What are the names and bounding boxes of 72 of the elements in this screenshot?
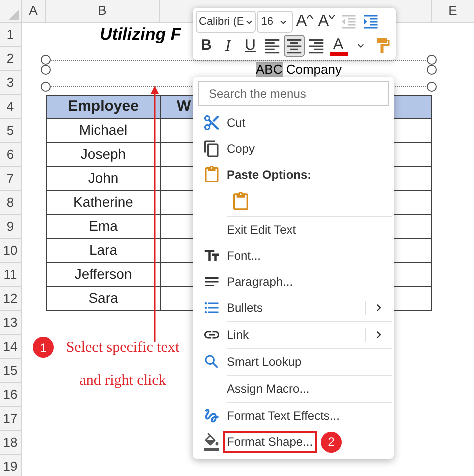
- paint-bucket-icon: [203, 433, 221, 451]
- row-header[interactable]: 15: [0, 359, 22, 383]
- row-header[interactable]: 6: [0, 143, 22, 167]
- column-header[interactable]: A: [22, 0, 46, 22]
- table-cell: Michael: [46, 119, 160, 143]
- caret-up-icon: [307, 15, 314, 19]
- text-effects-icon: [203, 407, 221, 425]
- table-cell: Ema: [46, 215, 160, 239]
- row-header[interactable]: 5: [0, 119, 22, 143]
- table-cell: Jefferson: [46, 263, 160, 287]
- keep-text-only-button[interactable]: [231, 192, 251, 212]
- row-header[interactable]: 12: [0, 287, 22, 311]
- align-left-icon: [263, 36, 282, 56]
- menu-item[interactable]: Smart Lookup: [227, 353, 302, 371]
- step-badge: 2: [321, 432, 342, 452]
- row-header[interactable]: 7: [0, 167, 22, 191]
- row-header[interactable]: 3: [0, 71, 22, 95]
- table-cell: Joseph: [46, 143, 160, 167]
- font-name-field[interactable]: Calibri (E: [196, 11, 256, 33]
- underline-button[interactable]: U: [240, 35, 261, 57]
- row-header[interactable]: 2: [0, 47, 22, 71]
- row-header[interactable]: 13: [0, 311, 22, 335]
- header-cell: Employee: [46, 95, 160, 119]
- caret-down-icon: [329, 15, 336, 19]
- row-header[interactable]: 19: [0, 455, 22, 476]
- table-cell: Lara: [46, 239, 160, 263]
- menu-item[interactable]: Paragraph...: [227, 273, 294, 291]
- text-box-text: ABC Company: [256, 63, 342, 76]
- row-header[interactable]: 10: [0, 239, 22, 263]
- scissors-icon: [203, 114, 221, 132]
- column-header[interactable]: E: [432, 0, 474, 22]
- menu-item[interactable]: Bullets: [227, 299, 264, 317]
- menu-item[interactable]: Format Shape...: [223, 431, 318, 453]
- step-badge: 1: [33, 337, 54, 358]
- search-icon: [203, 353, 221, 371]
- sheet-title: Utilizing F: [100, 24, 182, 46]
- row-header[interactable]: 18: [0, 431, 22, 455]
- search-field[interactable]: Search the menus: [198, 81, 389, 106]
- annotation-text: Select specific text: [66, 339, 180, 358]
- row-header[interactable]: 14: [0, 335, 22, 359]
- menu-item[interactable]: Link: [227, 326, 250, 344]
- annotation-text: and right click: [80, 372, 166, 390]
- grow-font-button[interactable]: A: [294, 11, 316, 33]
- column-header[interactable]: B: [46, 0, 160, 22]
- menu-item[interactable]: Copy: [227, 140, 256, 158]
- indent-icon: [340, 13, 358, 31]
- menu-heading: Paste Options:: [227, 167, 312, 184]
- font-size-field[interactable]: 16: [257, 11, 294, 33]
- row-header[interactable]: 17: [0, 407, 22, 431]
- menu-item[interactable]: Font...: [227, 247, 262, 265]
- table-cell: Sara: [46, 287, 160, 311]
- align-center-button[interactable]: [284, 35, 305, 57]
- align-center-icon: [285, 36, 304, 56]
- table-cell: Katherine: [46, 191, 160, 215]
- shrink-font-button[interactable]: A: [316, 11, 338, 33]
- row-header[interactable]: 1: [0, 23, 22, 47]
- table-cell: John: [46, 167, 160, 191]
- bold-button[interactable]: B: [196, 35, 217, 57]
- align-right-icon: [307, 36, 326, 56]
- clipboard-icon: [203, 166, 221, 184]
- menu-item[interactable]: Format Text Effects...: [227, 407, 340, 425]
- row-header[interactable]: 16: [0, 383, 22, 407]
- menu-item[interactable]: Assign Macro...: [227, 380, 310, 398]
- menu-item[interactable]: Exit Edit Text: [227, 221, 296, 239]
- row-header[interactable]: 4: [0, 95, 22, 119]
- indent-icon: [362, 13, 380, 31]
- copy-icon: [203, 140, 221, 158]
- italic-button[interactable]: I: [218, 35, 239, 57]
- row-header[interactable]: 11: [0, 263, 22, 287]
- font-color-button[interactable]: A: [328, 35, 349, 57]
- row-header[interactable]: 8: [0, 191, 22, 215]
- row-header[interactable]: 9: [0, 215, 22, 239]
